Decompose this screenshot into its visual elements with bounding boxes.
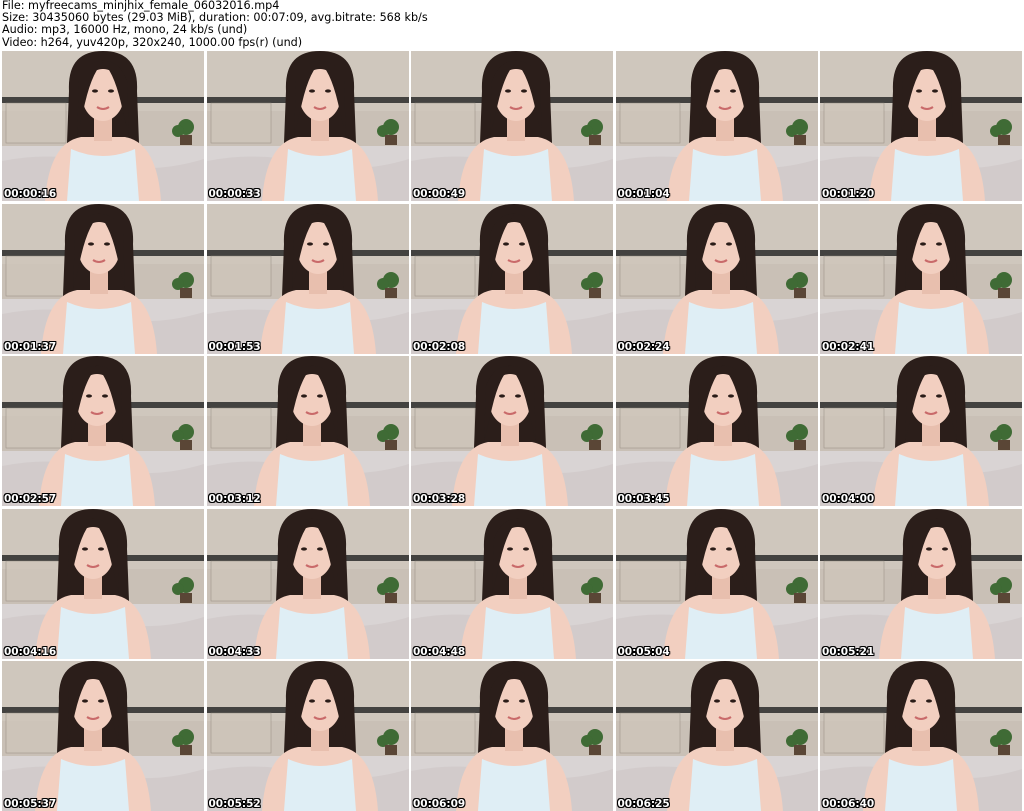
webcam-frame-image — [206, 51, 409, 201]
video-info-line: Video: h264, yuv420p, 320x240, 1000.00 f… — [2, 35, 303, 49]
video-thumbnail: 00:01:37 — [2, 203, 204, 354]
webcam-frame-image — [2, 508, 204, 659]
thumbnail-grid: 00:00:16 00:00:33 00:00:49 00:01:04 00:01:20… — [2, 51, 1022, 811]
webcam-frame-image — [615, 51, 818, 201]
thumbnail-timestamp: 00:01:37 — [4, 340, 57, 353]
thumbnail-timestamp: 00:04:16 — [4, 645, 57, 658]
thumbnail-timestamp: 00:04:48 — [413, 645, 466, 658]
thumbnail-timestamp: 00:02:41 — [822, 340, 875, 353]
thumbnail-timestamp: 00:03:28 — [413, 493, 466, 505]
thumbnail-timestamp: 00:04:33 — [208, 645, 261, 658]
webcam-frame-image — [615, 508, 818, 659]
thumbnail-timestamp: 00:05:37 — [4, 798, 57, 810]
thumbnail-timestamp: 00:06:40 — [822, 798, 875, 810]
thumbnail-timestamp: 00:01:53 — [208, 340, 261, 353]
webcam-frame-image — [2, 661, 204, 811]
thumbnail-timestamp: 00:03:45 — [617, 493, 670, 505]
webcam-frame-image — [411, 356, 613, 506]
video-thumbnail: 00:06:09 — [411, 661, 613, 811]
video-thumbnail: 00:00:33 — [206, 51, 409, 201]
video-thumbnail: 00:04:33 — [206, 508, 409, 659]
thumbnail-timestamp: 00:02:24 — [617, 340, 670, 353]
video-thumbnail: 00:01:53 — [206, 203, 409, 354]
video-thumbnail: 00:05:04 — [615, 508, 818, 659]
video-thumbnail: 00:04:16 — [2, 508, 204, 659]
webcam-frame-image — [820, 508, 1022, 659]
webcam-frame-image — [615, 356, 818, 506]
webcam-frame-image — [820, 356, 1022, 506]
video-thumbnail: 00:05:52 — [206, 661, 409, 811]
video-thumbnail: 00:04:00 — [820, 356, 1022, 506]
thumbnail-timestamp: 00:02:57 — [4, 493, 57, 505]
video-thumbnail: 00:01:04 — [615, 51, 818, 201]
video-thumbnail: 00:03:28 — [411, 356, 613, 506]
webcam-frame-image — [615, 203, 818, 354]
webcam-frame-image — [411, 508, 613, 659]
thumbnail-timestamp: 00:01:20 — [822, 188, 875, 200]
webcam-frame-image — [206, 203, 409, 354]
thumbnail-timestamp: 00:06:09 — [413, 798, 466, 810]
webcam-frame-image — [615, 661, 818, 811]
video-thumbnail: 00:05:21 — [820, 508, 1022, 659]
video-thumbnail: 00:01:20 — [820, 51, 1022, 201]
video-thumbnail: 00:05:37 — [2, 661, 204, 811]
webcam-frame-image — [2, 356, 204, 506]
video-thumbnail: 00:02:41 — [820, 203, 1022, 354]
thumbnail-timestamp: 00:06:25 — [617, 798, 670, 810]
video-thumbnail: 00:03:12 — [206, 356, 409, 506]
thumbnail-timestamp: 00:05:21 — [822, 645, 875, 658]
video-info-header: File: myfreecams_minjhix_female_06032016… — [2, 0, 1020, 50]
video-thumbnail: 00:00:49 — [411, 51, 613, 201]
video-thumbnail: 00:03:45 — [615, 356, 818, 506]
thumbnail-timestamp: 00:00:49 — [413, 188, 466, 200]
thumbnail-timestamp: 00:00:16 — [4, 188, 57, 200]
audio-info-line: Audio: mp3, 16000 Hz, mono, 24 kb/s (und… — [2, 23, 248, 37]
video-thumbnail: 00:06:40 — [820, 661, 1022, 811]
thumbnail-timestamp: 00:02:08 — [413, 340, 466, 353]
webcam-frame-image — [411, 661, 613, 811]
thumbnail-timestamp: 00:04:00 — [822, 493, 875, 505]
video-thumbnail: 00:04:48 — [411, 508, 613, 659]
thumbnail-timestamp: 00:00:33 — [208, 188, 261, 200]
webcam-frame-image — [206, 661, 409, 811]
video-thumbnail: 00:00:16 — [2, 51, 204, 201]
video-thumbnail: 00:02:08 — [411, 203, 613, 354]
webcam-frame-image — [411, 51, 613, 201]
video-thumbnail: 00:06:25 — [615, 661, 818, 811]
webcam-frame-image — [2, 203, 204, 354]
video-thumbnail: 00:02:24 — [615, 203, 818, 354]
video-thumbnail: 00:02:57 — [2, 356, 204, 506]
thumbnail-timestamp: 00:05:04 — [617, 645, 670, 658]
webcam-frame-image — [206, 508, 409, 659]
thumbnail-timestamp: 00:03:12 — [208, 493, 261, 505]
webcam-frame-image — [206, 356, 409, 506]
webcam-frame-image — [820, 203, 1022, 354]
webcam-frame-image — [820, 661, 1022, 811]
thumbnail-timestamp: 00:01:04 — [617, 188, 670, 200]
thumbnail-timestamp: 00:05:52 — [208, 798, 261, 810]
webcam-frame-image — [2, 51, 204, 201]
webcam-frame-image — [411, 203, 613, 354]
webcam-frame-image — [820, 51, 1022, 201]
